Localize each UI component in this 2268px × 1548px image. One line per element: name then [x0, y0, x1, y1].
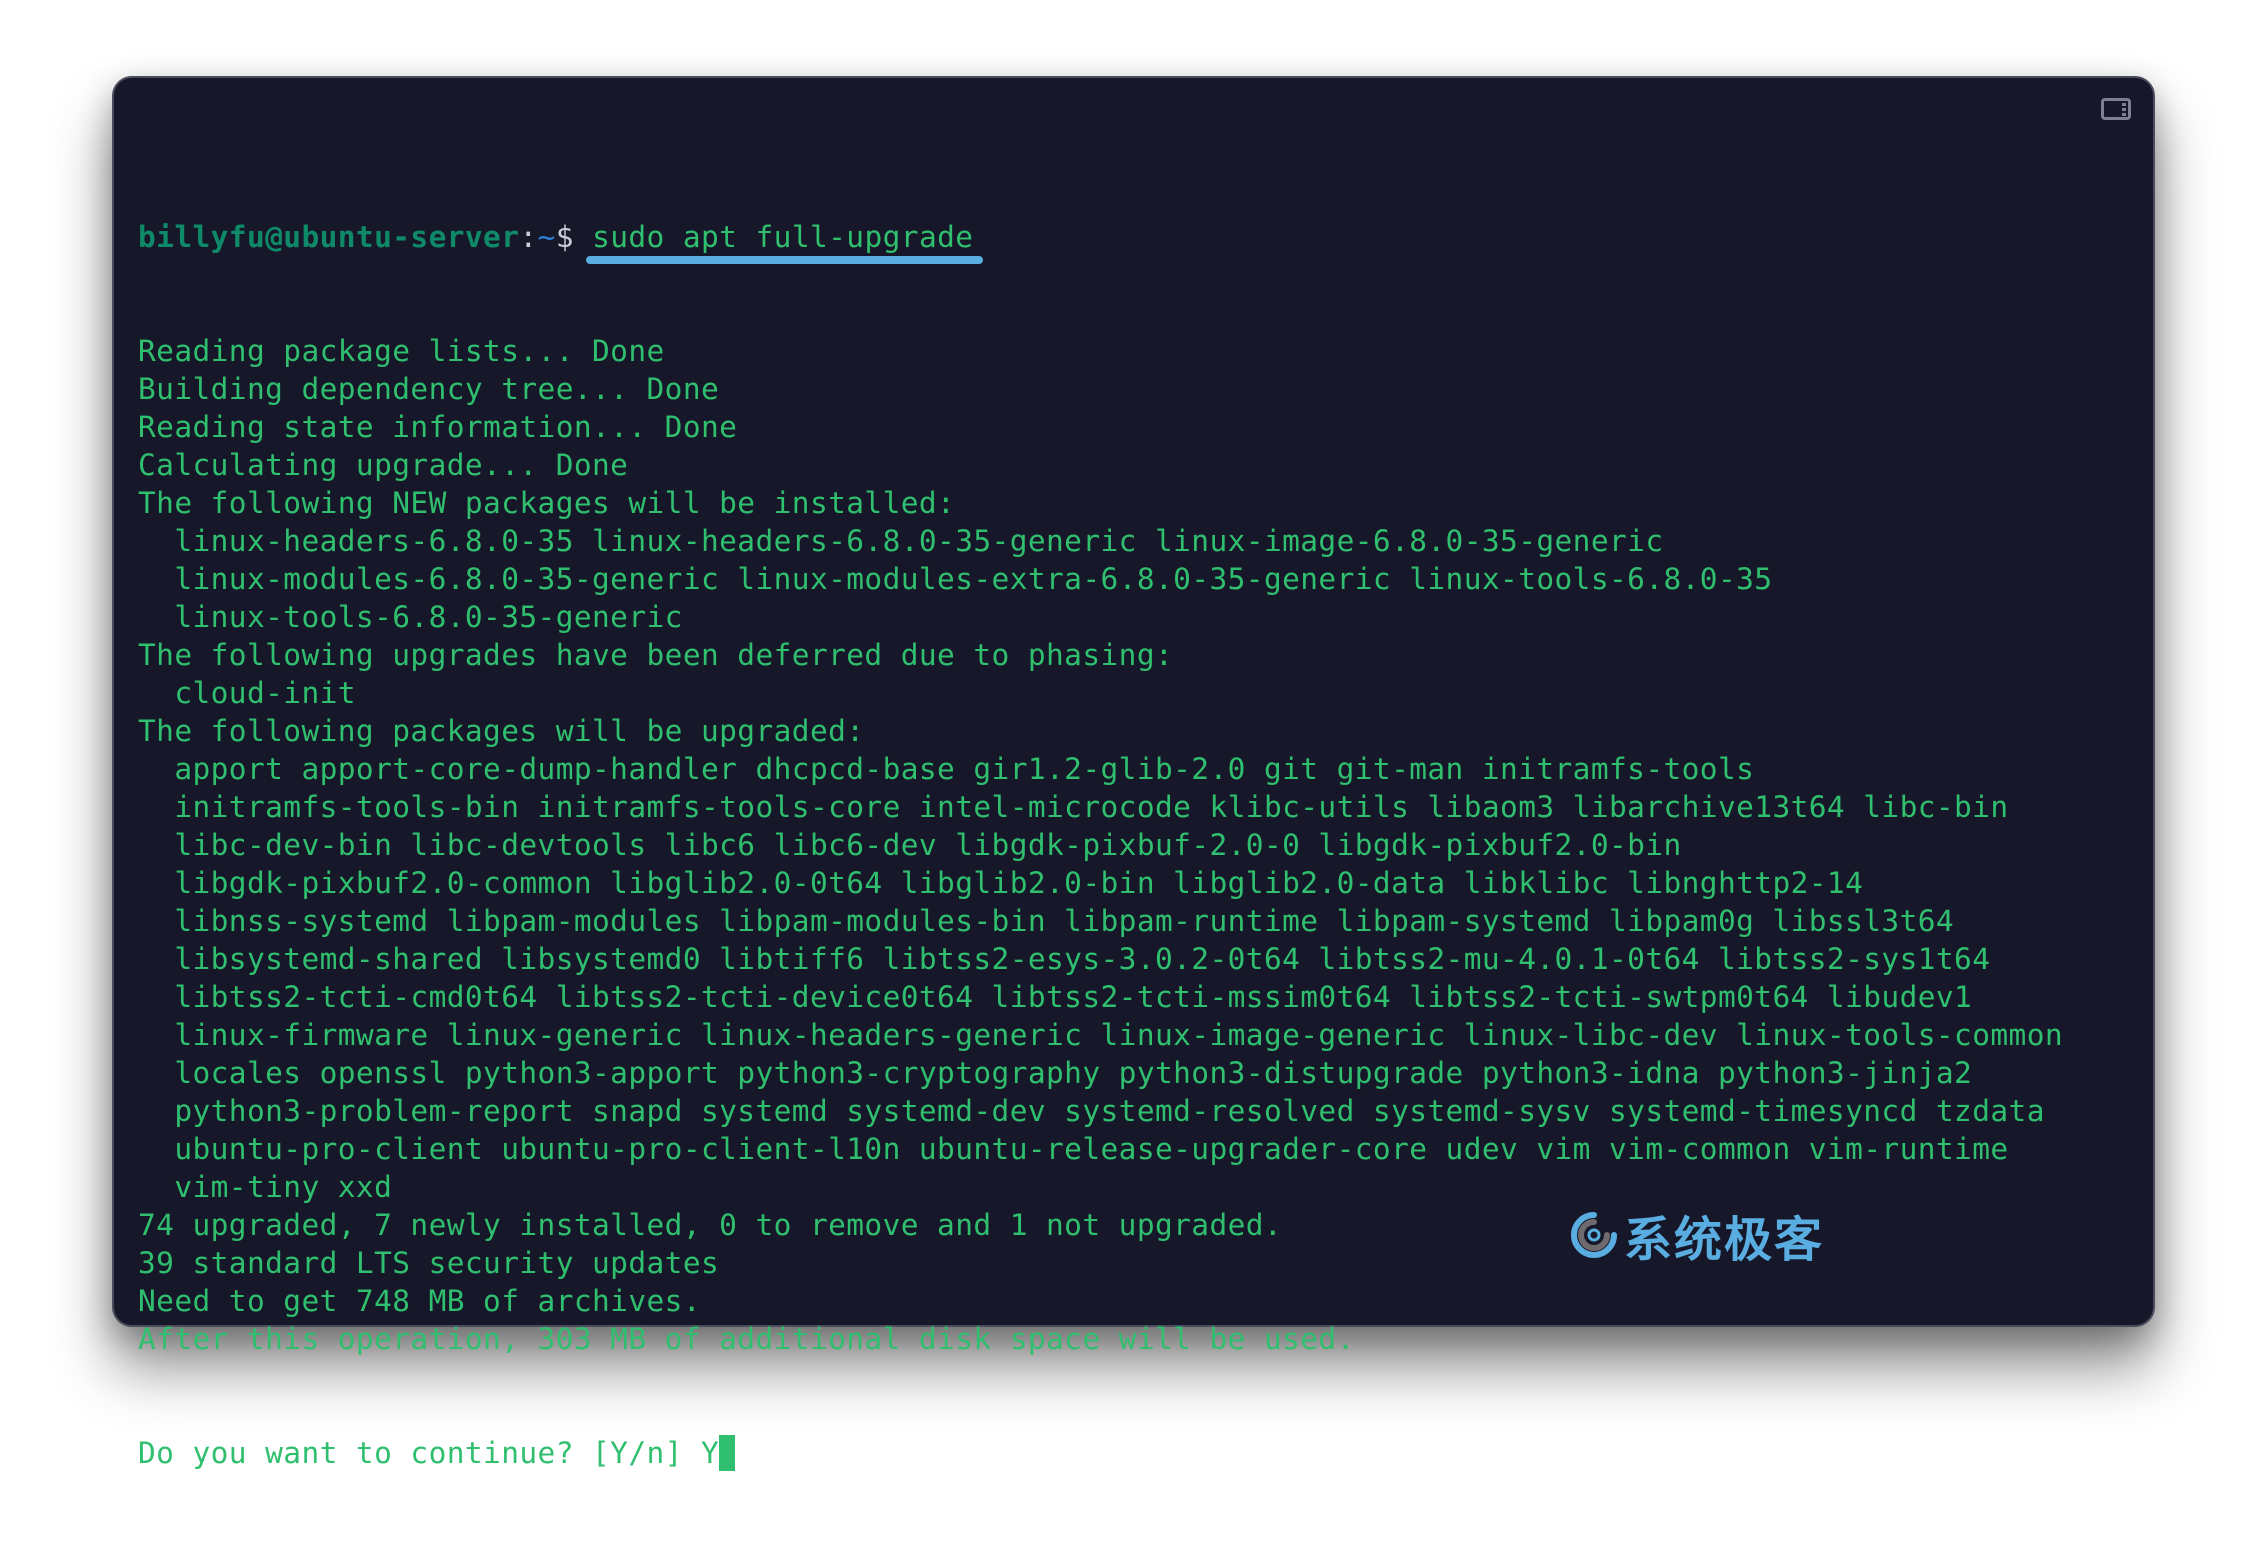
prompt-line: billyfu@ubuntu-server:~$ sudo apt full-u… [138, 218, 2113, 264]
command-highlight: sudo apt full-upgrade [586, 218, 984, 264]
split-pane-icon[interactable] [2101, 98, 2131, 120]
output-line: locales openssl python3-apport python3-c… [138, 1056, 1973, 1090]
split-pane-icon-dot [2122, 108, 2126, 111]
output-line: The following NEW packages will be insta… [138, 486, 956, 520]
input-line[interactable]: Do you want to continue? [Y/n] Y [138, 1434, 2113, 1472]
output-line: linux-firmware linux-generic linux-heade… [138, 1018, 2064, 1052]
output-line: libtss2-tcti-cmd0t64 libtss2-tcti-device… [138, 980, 1973, 1014]
command-underline [586, 256, 984, 264]
output-line: Need to get 748 MB of archives. [138, 1284, 701, 1318]
output-line: The following upgrades have been deferre… [138, 638, 1174, 672]
terminal-output[interactable]: billyfu@ubuntu-server:~$ sudo apt full-u… [138, 142, 2113, 1548]
output-line: Calculating upgrade... Done [138, 448, 629, 482]
output-line: The following packages will be upgraded: [138, 714, 865, 748]
output-line: libnss-systemd libpam-modules libpam-mod… [138, 904, 1955, 938]
output-line: libgdk-pixbuf2.0-common libglib2.0-0t64 … [138, 866, 1864, 900]
prompt-user-host: billyfu@ubuntu-server [138, 220, 520, 254]
watermark-text: 系统极客 [1624, 1212, 1825, 1268]
text-cursor [719, 1435, 736, 1471]
output-line: After this operation, 303 MB of addition… [138, 1322, 1355, 1356]
split-pane-icon-dot [2122, 113, 2126, 116]
output-line: Building dependency tree... Done [138, 372, 720, 406]
input-prompt: Do you want to continue? [Y/n] [138, 1436, 701, 1470]
output-line: Reading package lists... Done [138, 334, 665, 368]
output-line: cloud-init [138, 676, 356, 710]
output-line: linux-headers-6.8.0-35 linux-headers-6.8… [138, 524, 1664, 558]
prompt-symbol: $ [555, 220, 574, 254]
split-pane-icon-dot [2122, 103, 2126, 106]
output-line: linux-modules-6.8.0-35-generic linux-mod… [138, 562, 1773, 596]
input-value[interactable]: Y [701, 1436, 719, 1470]
output-line: Reading state information... Done [138, 410, 738, 444]
swirl-logo-icon [1571, 1212, 1617, 1258]
output-line: linux-tools-6.8.0-35-generic [138, 600, 683, 634]
output-line: libc-dev-bin libc-devtools libc6 libc6-d… [138, 828, 1682, 862]
prompt-colon: : [519, 220, 538, 254]
output-line: libsystemd-shared libsystemd0 libtiff6 l… [138, 942, 1991, 976]
output-line: ubuntu-pro-client ubuntu-pro-client-l10n… [138, 1132, 2009, 1166]
watermark: 系统极客 [1568, 1200, 1824, 1270]
output-line: initramfs-tools-bin initramfs-tools-core… [138, 790, 2009, 824]
prompt-path: ~ [537, 220, 556, 254]
output-line: python3-problem-report snapd systemd sys… [138, 1094, 2045, 1128]
output-line: apport apport-core-dump-handler dhcpcd-b… [138, 752, 1755, 786]
command-text: sudo apt full-upgrade [592, 220, 974, 254]
terminal-window: billyfu@ubuntu-server:~$ sudo apt full-u… [112, 76, 2155, 1471]
